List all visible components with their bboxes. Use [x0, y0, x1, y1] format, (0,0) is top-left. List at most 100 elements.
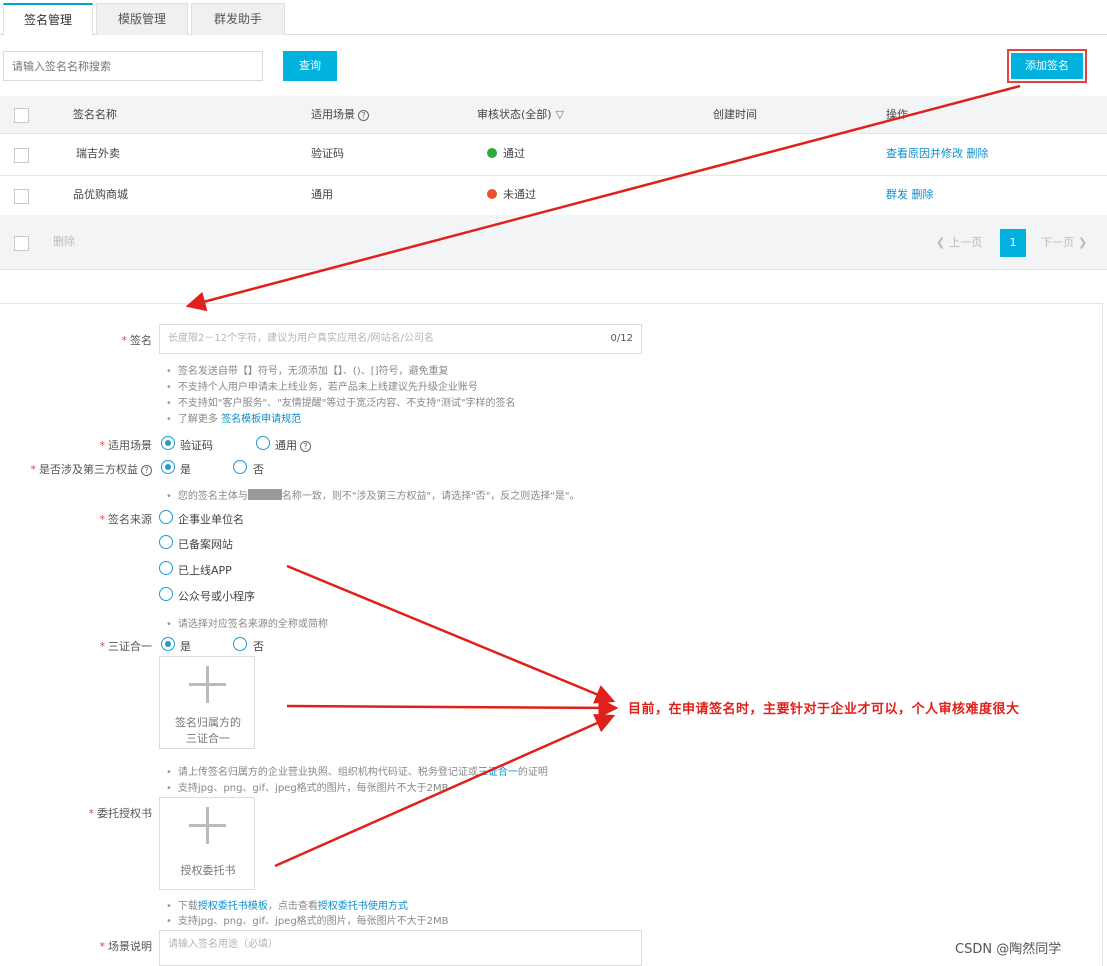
signature-hint-3: 不支持如"客户服务"、"友情提醒"等过于宽泛内容、不支持"测试"字样的签名 [166, 394, 516, 409]
tab-signature-management[interactable]: 签名管理 [3, 3, 93, 36]
source-radio-enterprise[interactable] [159, 510, 173, 524]
authorization-label: * 委托授权书 [88, 807, 153, 820]
three-in-one-hint-1-after: 的证明 [517, 767, 548, 778]
signature-label-text: 签名 [130, 334, 152, 347]
annotation-text: 目前，在申请签名时，主要针对于企业才可以，个人审核难度很大 [628, 702, 1020, 717]
source-radio-website[interactable] [159, 535, 173, 549]
third-party-label-text: 是否涉及第三方权益 [39, 463, 138, 476]
third-party-hint-after: 名称一致，则不"涉及第三方权益"，请选择"否"，反之则选择"是"。 [281, 491, 580, 502]
three-in-one-link[interactable]: 三证合一 [478, 767, 518, 778]
column-header-created: 创建时间 [713, 108, 757, 121]
source-radio-app[interactable] [159, 561, 173, 575]
status-text: 未通过 [503, 188, 536, 201]
table-footer: 删除 ❮ 上一页 1 下一页 ❯ [0, 215, 1107, 270]
row-actions: 查看原因并修改 删除 [886, 135, 989, 173]
redacted-block [247, 489, 282, 500]
scene-radio-verification[interactable] [161, 436, 175, 450]
column-header-scene: 适用场景? [311, 96, 369, 134]
three-in-one-label: * 三证合一 [99, 640, 153, 653]
select-all-checkbox[interactable] [14, 108, 29, 123]
tab-template-management[interactable]: 模版管理 [96, 3, 188, 35]
signature-char-counter: 0/12 [610, 333, 633, 344]
signature-hint-more: 了解更多 签名模板申请规范 [166, 410, 301, 425]
help-icon[interactable]: ? [358, 110, 369, 121]
table-header: 签名名称 适用场景? 审核状态(全部) ▽ 创建时间 操作 [0, 96, 1107, 134]
add-signature-highlight: 添加签名 [1007, 49, 1087, 83]
signature-hint-1: 签名发送自带【】符号，无须添加【】、()、[]符号，避免重复 [166, 362, 449, 377]
signature-spec-link[interactable]: 签名模板申请规范 [221, 414, 301, 425]
view-reason-link[interactable]: 查看原因并修改 [886, 147, 963, 160]
third-party-option-no: 否 [253, 463, 264, 476]
scene-option-verification: 验证码 [180, 439, 213, 452]
table-row: 瑞吉外卖 验证码 通过 查看原因并修改 删除 [0, 135, 1107, 176]
status-badge: 未通过 [487, 176, 536, 214]
source-option-app: 已上线APP [178, 564, 232, 577]
scene-radio-general[interactable] [256, 436, 270, 450]
three-in-one-option-no: 否 [253, 640, 264, 653]
add-signature-button[interactable]: 添加签名 [1011, 53, 1083, 79]
source-option-website: 已备案网站 [178, 538, 233, 551]
three-in-one-upload[interactable]: 签名归属方的 三证合一 [159, 656, 255, 749]
row-checkbox[interactable] [14, 189, 29, 204]
source-label-text: 签名来源 [108, 513, 152, 526]
tab-bar: 签名管理 模版管理 群发助手 [0, 0, 1107, 36]
scenario-desc-placeholder: 请输入签名用途（必填） [168, 939, 278, 950]
plus-icon-vertical [206, 666, 209, 703]
row-checkbox[interactable] [14, 148, 29, 163]
prev-page-button[interactable]: ❮ 上一页 [936, 229, 982, 257]
three-in-one-upload-text-1: 签名归属方的 [175, 716, 241, 729]
footer-select-all-checkbox[interactable] [14, 236, 29, 251]
page-number-current[interactable]: 1 [1000, 229, 1026, 257]
scene-label: * 适用场景 [99, 439, 153, 452]
next-page-label: 下一页 [1041, 236, 1074, 249]
help-icon[interactable]: ? [300, 441, 311, 452]
help-icon[interactable]: ? [141, 465, 152, 476]
source-radio-mini-program[interactable] [159, 587, 173, 601]
prev-page-label: 上一页 [949, 236, 983, 249]
three-in-one-radio-yes[interactable] [161, 637, 175, 651]
signature-hint-2: 不支持个人用户申请未上线业务，若产品未上线建议先升级企业账号 [166, 378, 478, 393]
authorization-template-link[interactable]: 授权委托书模板 [198, 901, 268, 912]
third-party-radio-yes[interactable] [161, 460, 175, 474]
three-in-one-hint-2: 支持jpg、png、gif、jpeg格式的图片，每张图片不大于2MB [166, 779, 449, 794]
signature-input[interactable]: 长度限2－12个字符，建议为用户真实应用名/网站名/公司名 0/12 [159, 324, 642, 354]
scene-label-text: 适用场景 [108, 439, 152, 452]
table-row: 品优购商城 通用 未通过 群发 删除 [0, 176, 1107, 217]
chevron-right-icon: ❯ [1078, 236, 1088, 249]
scenario-desc-label-text: 场景说明 [108, 940, 152, 953]
third-party-label: * 是否涉及第三方权益? [10, 461, 152, 477]
source-option-mini-program: 公众号或小程序 [178, 590, 255, 603]
delete-link[interactable]: 删除 [967, 147, 989, 160]
signature-input-placeholder: 长度限2－12个字符，建议为用户真实应用名/网站名/公司名 [168, 333, 434, 344]
watermark: CSDN @陶然同学 [955, 942, 1062, 957]
authorization-hint-1-a: 下载 [177, 901, 198, 912]
three-in-one-upload-text-2: 三证合一 [186, 732, 230, 745]
query-button[interactable]: 查询 [283, 51, 337, 81]
three-in-one-radio-no[interactable] [233, 637, 247, 651]
authorization-upload[interactable]: 授权委托书 [159, 797, 255, 890]
filter-icon[interactable]: ▽ [556, 108, 564, 121]
third-party-option-yes: 是 [180, 463, 191, 476]
status-badge: 通过 [487, 135, 525, 173]
status-dot-icon [487, 189, 497, 199]
bulk-send-link[interactable]: 群发 [886, 188, 908, 201]
batch-delete-button[interactable]: 删除 [53, 223, 75, 261]
authorization-hint-2: 支持jpg、png、gif、jpeg格式的图片，每张图片不大于2MB [166, 912, 449, 927]
tab-bulk-sending-assistant[interactable]: 群发助手 [191, 3, 285, 35]
column-header-status[interactable]: 审核状态(全部) ▽ [477, 96, 564, 134]
delete-link[interactable]: 删除 [912, 188, 934, 201]
signature-scene: 验证码 [311, 147, 344, 160]
signature-name: 品优购商城 [73, 188, 128, 201]
third-party-radio-no[interactable] [233, 460, 247, 474]
column-header-name: 签名名称 [73, 108, 117, 121]
scenario-desc-input[interactable]: 请输入签名用途（必填） [159, 930, 642, 966]
more-prefix: 了解更多 [177, 414, 218, 425]
plus-icon-vertical [206, 807, 209, 844]
authorization-usage-link[interactable]: 授权委托书使用方式 [318, 901, 408, 912]
scenario-desc-label: * 场景说明 [99, 940, 153, 953]
authorization-hint-1: 下载授权委托书模板，点击查看授权委托书使用方式 [166, 897, 408, 912]
signature-search-input[interactable] [3, 51, 263, 81]
next-page-button[interactable]: 下一页 ❯ [1041, 229, 1087, 257]
signature-name: 瑞吉外卖 [76, 147, 120, 160]
scene-option-general-wrap: 通用? [275, 437, 311, 453]
